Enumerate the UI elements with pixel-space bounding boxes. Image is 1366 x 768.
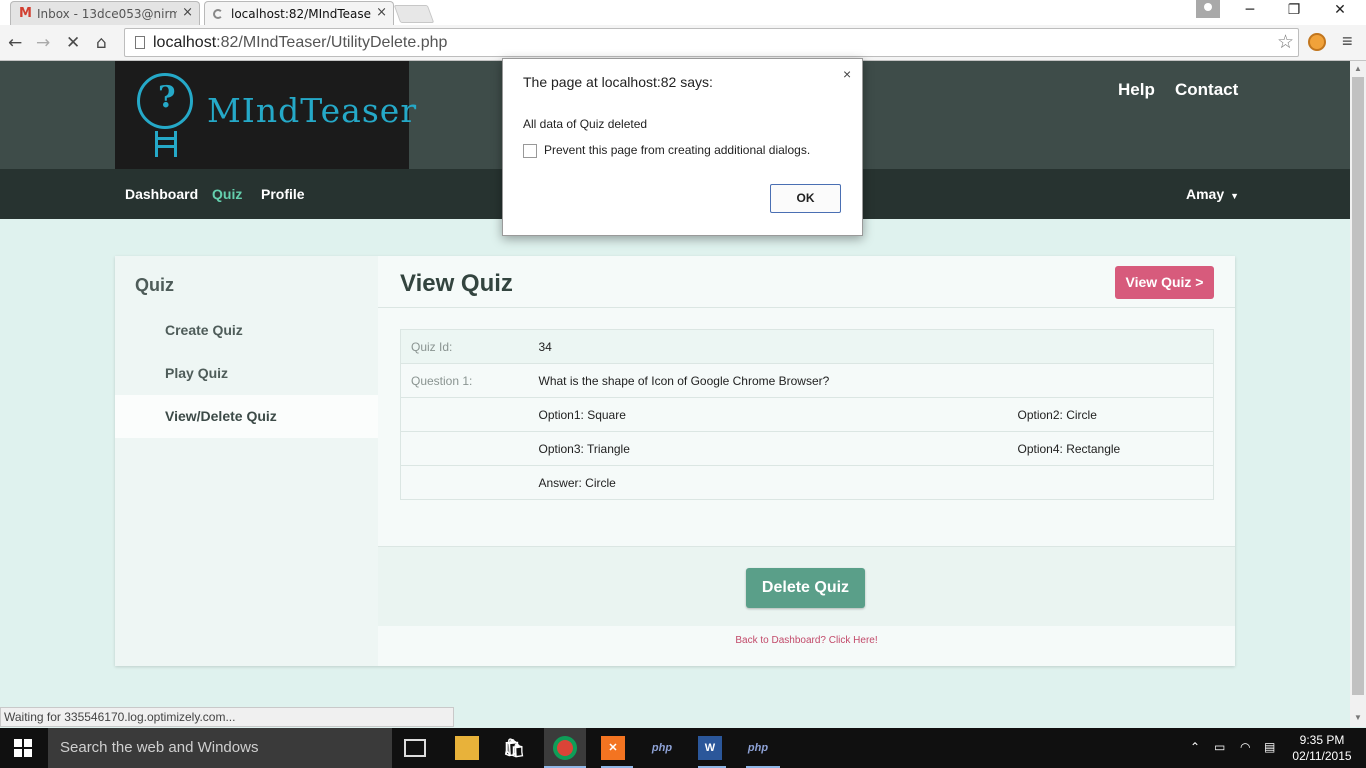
table-row: Option3: Triangle Option4: Rectangle [400, 431, 1214, 466]
caret-down-icon: ▼ [1230, 191, 1240, 201]
notifications-icon[interactable]: ▤ [1264, 740, 1275, 754]
chrome-menu-icon[interactable]: ≡ [1342, 31, 1353, 52]
taskbar-search[interactable]: Search the web and Windows [48, 728, 392, 768]
option-3: Option3: Triangle [528, 431, 1018, 466]
quiz-table: Quiz Id: 34 Question 1: What is the shap… [400, 329, 1214, 500]
extension-icon[interactable] [1308, 33, 1326, 51]
help-link[interactable]: Help [1118, 80, 1155, 100]
table-row: Question 1: What is the shape of Icon of… [400, 363, 1214, 398]
file-explorer-icon[interactable] [455, 736, 479, 760]
bookmark-star-icon[interactable]: ☆ [1277, 31, 1294, 54]
question-label: Question 1: [400, 363, 529, 398]
contact-link[interactable]: Contact [1175, 80, 1238, 100]
php-icon[interactable]: php [650, 736, 674, 760]
option-2: Option2: Circle [1017, 397, 1214, 432]
close-window-button[interactable]: ✕ [1318, 2, 1362, 22]
option-1: Option1: Square [528, 397, 1018, 432]
tab-gmail[interactable]: M Inbox - 13dce053@nirma × [10, 1, 200, 25]
windows-start-icon[interactable] [14, 739, 32, 757]
tab-close-icon[interactable]: × [376, 5, 387, 20]
chrome-icon [553, 736, 577, 760]
store-icon[interactable]: 🛍 [502, 736, 526, 760]
scroll-up-icon[interactable]: ▲ [1354, 64, 1362, 73]
tab-title: localhost:82/MIndTeaser/U [231, 6, 371, 21]
gmail-icon: M [19, 6, 32, 21]
task-view-icon[interactable] [404, 739, 426, 757]
dialog-title: The page at localhost:82 says: [523, 74, 713, 90]
sidebar-item-play-quiz[interactable]: Play Quiz [115, 352, 378, 395]
question-text: What is the shape of Icon of Google Chro… [528, 363, 1214, 398]
back-arrow-icon[interactable]: ← [8, 33, 22, 53]
quiz-panel: Quiz Create Quiz Play Quiz View/Delete Q… [115, 256, 1235, 666]
table-row: Option1: Square Option2: Circle [400, 397, 1214, 432]
word-icon[interactable]: W [698, 736, 722, 760]
url-host: localhost [153, 33, 217, 51]
user-menu[interactable]: Amay ▼ [1186, 186, 1239, 202]
tray-expand-icon[interactable]: ⌃ [1190, 740, 1200, 754]
tab-localhost[interactable]: localhost:82/MIndTeaser/U × [204, 1, 394, 25]
home-icon[interactable]: ⌂ [96, 33, 107, 53]
nav-quiz[interactable]: Quiz [212, 186, 242, 202]
main-header: View Quiz View Quiz > [378, 256, 1235, 308]
new-tab-button[interactable] [393, 5, 435, 23]
table-row: Quiz Id: 34 [400, 329, 1214, 364]
tab-close-icon[interactable]: × [182, 5, 193, 20]
answer: Answer: Circle [528, 465, 1018, 500]
clock-time: 9:35 PM [1299, 733, 1345, 747]
alert-dialog: The page at localhost:82 says: × All dat… [502, 58, 863, 236]
url-path: :82/MIndTeaser/UtilityDelete.php [216, 33, 448, 51]
minimize-button[interactable]: ─ [1228, 2, 1272, 22]
table-row: Answer: Circle [400, 465, 1214, 500]
delete-quiz-button[interactable]: Delete Quiz [746, 568, 865, 608]
browser-tabstrip: M Inbox - 13dce053@nirma × localhost:82/… [0, 0, 1366, 25]
main-content: View Quiz View Quiz > Quiz Id: 34 Questi… [378, 256, 1235, 666]
sidebar-item-view-delete-quiz[interactable]: View/Delete Quiz [115, 395, 378, 438]
clock-date: 02/11/2015 [1292, 749, 1352, 763]
user-name: Amay [1186, 186, 1225, 202]
nav-profile[interactable]: Profile [261, 186, 305, 202]
back-to-dashboard-link[interactable]: Back to Dashboard? Click Here! [378, 635, 1235, 646]
sidebar-item-create-quiz[interactable]: Create Quiz [115, 309, 378, 352]
option-4: Option4: Rectangle [1017, 431, 1214, 466]
taskbar-clock[interactable]: 9:35 PM 02/11/2015 [1290, 732, 1354, 764]
chrome-taskbar-button[interactable] [544, 728, 586, 768]
view-quiz-button[interactable]: View Quiz > [1115, 266, 1214, 299]
prevent-dialogs-label[interactable]: Prevent this page from creating addition… [544, 143, 810, 157]
lightbulb-icon: ? [137, 73, 193, 129]
scroll-down-icon[interactable]: ▼ [1354, 713, 1362, 722]
site-logo[interactable]: ? MIndTeaser [115, 61, 416, 169]
url-text[interactable]: localhost:82/MIndTeaser/UtilityDelete.ph… [153, 34, 447, 52]
user-profile-icon[interactable] [1196, 0, 1220, 18]
logo-text: MIndTeaser [207, 91, 418, 130]
page-title: View Quiz [400, 270, 513, 297]
wifi-icon[interactable]: ◠ [1240, 740, 1250, 754]
prevent-dialogs-checkbox[interactable] [523, 144, 537, 158]
browser-toolbar: ← → ✕ ⌂ localhost:82/MIndTeaser/UtilityD… [0, 25, 1366, 61]
forward-arrow-icon[interactable]: → [36, 33, 50, 53]
address-bar[interactable]: localhost:82/MIndTeaser/UtilityDelete.ph… [124, 28, 1299, 57]
stop-icon[interactable]: ✕ [66, 33, 80, 53]
page-icon [135, 36, 145, 49]
ok-button[interactable]: OK [770, 184, 841, 213]
php-designer-icon[interactable]: php [746, 736, 770, 760]
page-scrollbar[interactable]: ▲ ▼ [1350, 61, 1366, 727]
sidebar: Quiz Create Quiz Play Quiz View/Delete Q… [115, 256, 378, 666]
sidebar-title: Quiz [135, 275, 174, 295]
nav-dashboard[interactable]: Dashboard [125, 186, 198, 202]
xampp-icon[interactable]: ✕ [601, 736, 625, 760]
loading-spinner-icon [213, 8, 223, 19]
battery-icon[interactable]: ▭ [1214, 740, 1225, 754]
dialog-close-icon[interactable]: × [843, 66, 851, 82]
dialog-message: All data of Quiz deleted [523, 117, 648, 131]
action-area: Delete Quiz [378, 546, 1235, 626]
scrollbar-thumb[interactable] [1352, 77, 1364, 695]
quiz-id-value: 34 [538, 339, 552, 354]
windows-taskbar: Search the web and Windows 🛍 ✕ php W php… [0, 728, 1366, 768]
tab-title: Inbox - 13dce053@nirma [36, 6, 177, 21]
quiz-id-label: Quiz Id: [411, 339, 453, 354]
lightbulb-base-icon [155, 131, 177, 157]
restore-button[interactable]: ❐ [1272, 2, 1316, 22]
status-bar: Waiting for 335546170.log.optimizely.com… [0, 707, 454, 727]
